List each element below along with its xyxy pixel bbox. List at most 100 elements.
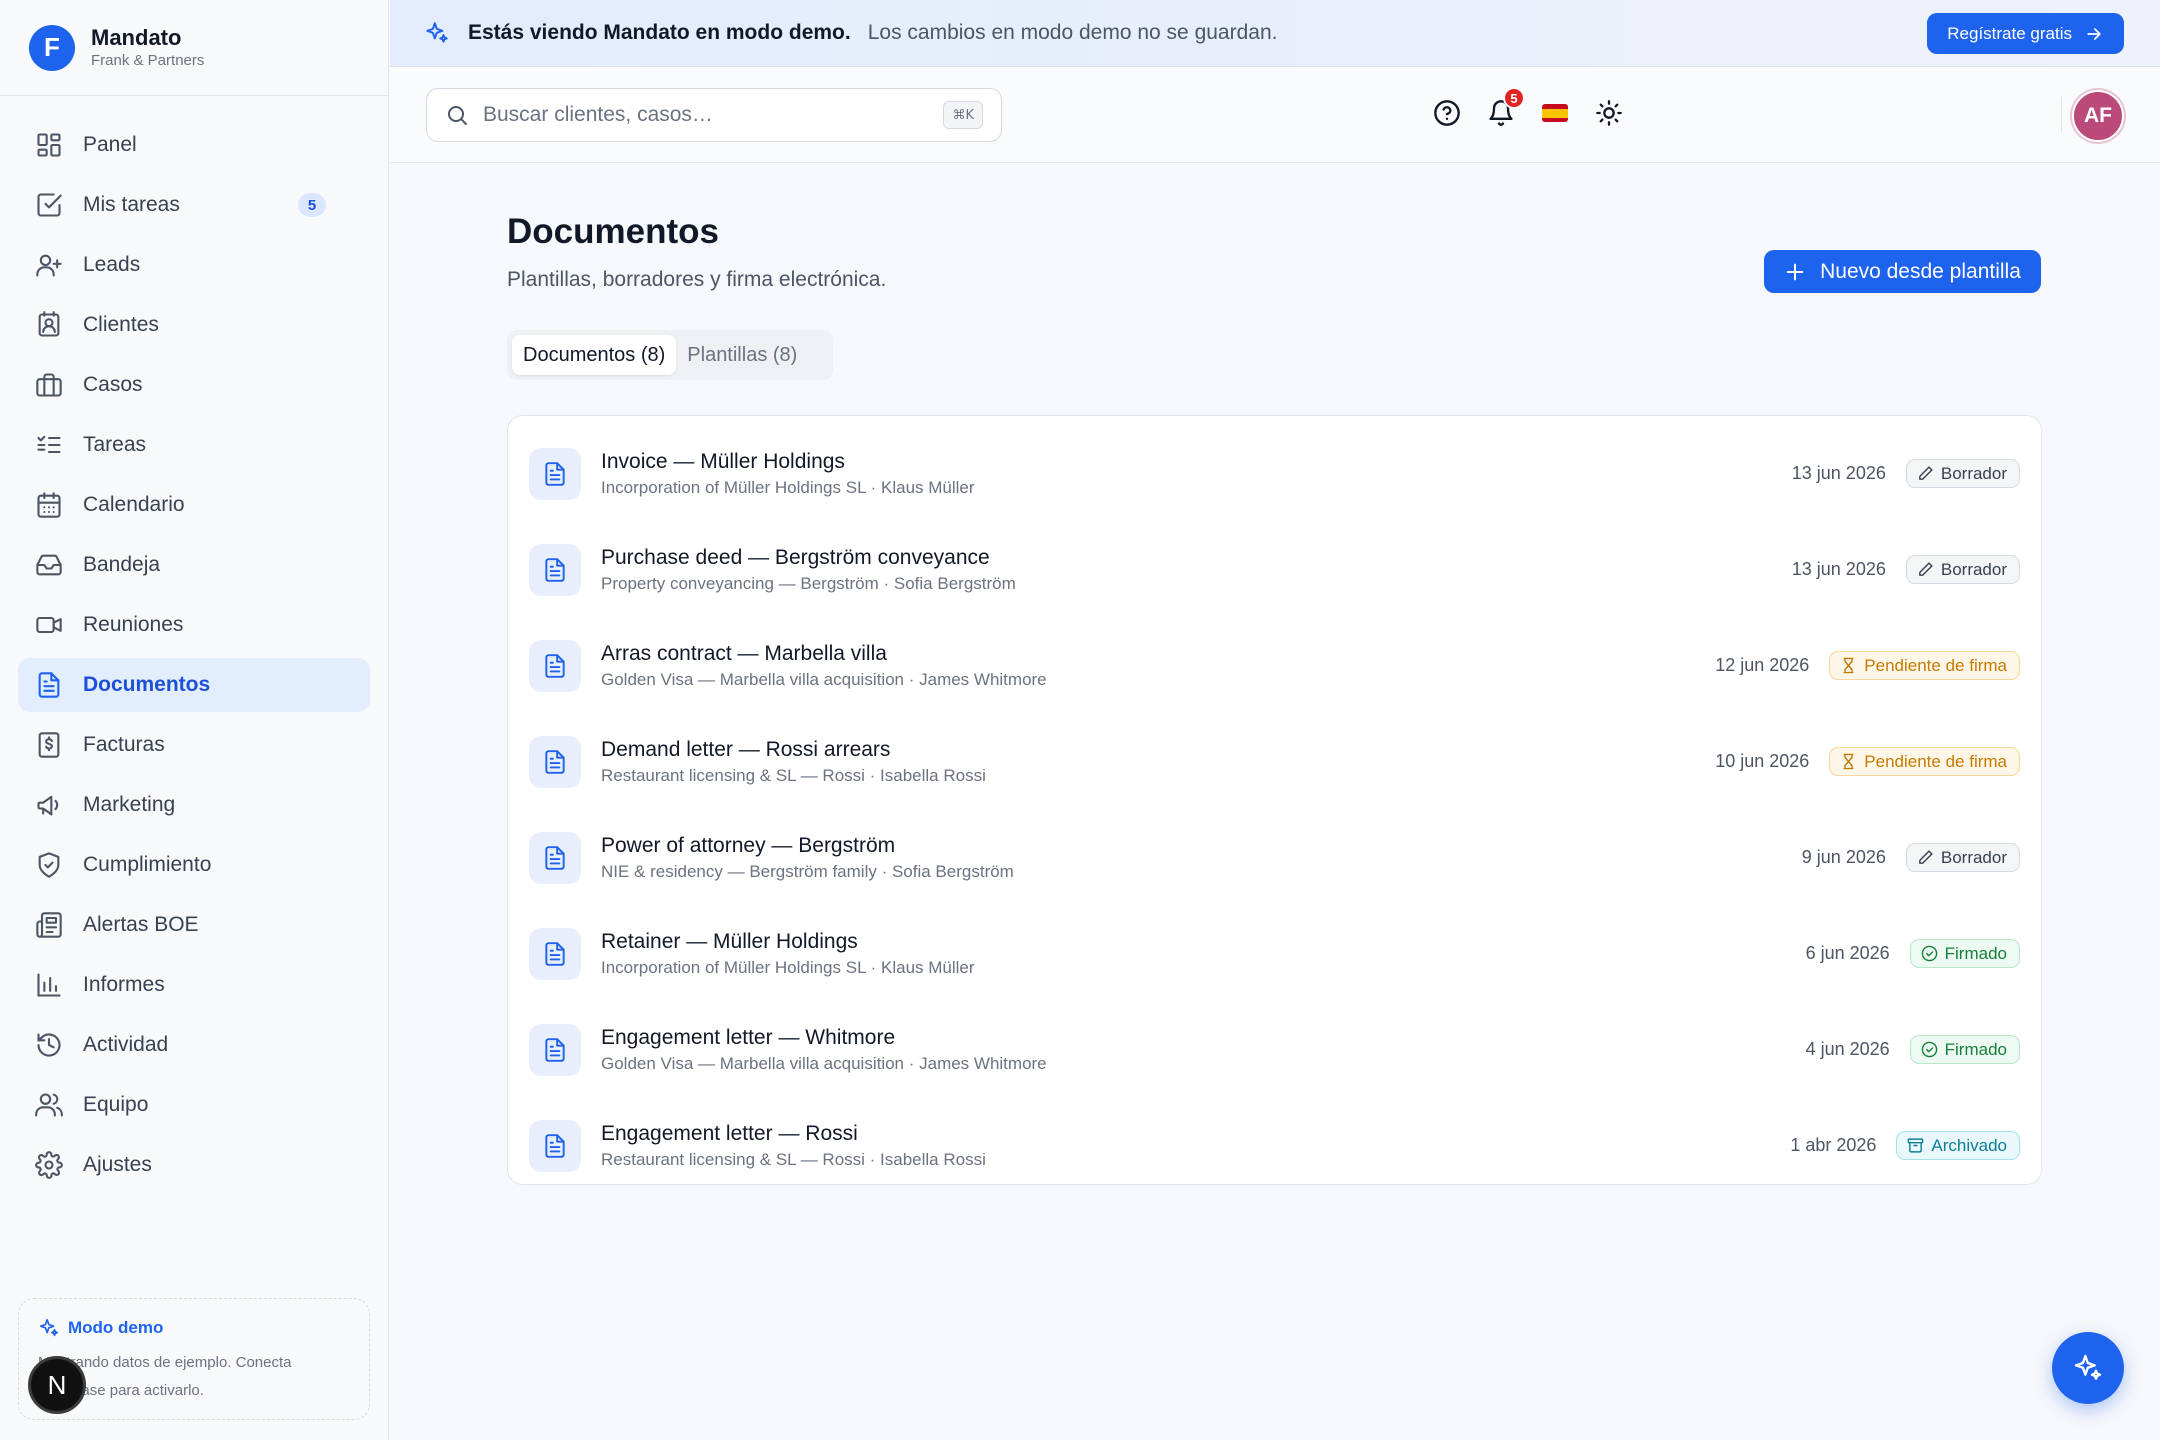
brand[interactable]: F Mandato Frank & Partners — [0, 0, 388, 96]
brand-subtitle: Frank & Partners — [91, 52, 205, 69]
document-title: Purchase deed — Bergström conveyance — [601, 546, 990, 569]
megaphone-icon — [37, 795, 59, 816]
sidebar-item-tareas[interactable]: Tareas — [18, 418, 370, 472]
status-badge: Borrador — [1905, 459, 2020, 488]
sidebar-item-label: Casos — [83, 373, 143, 396]
sidebar-item-marketing[interactable]: Marketing — [18, 778, 370, 832]
register-button-label: Regístrate gratis — [1947, 23, 2072, 43]
sparkles-icon — [2074, 1354, 2102, 1380]
receipt-icon — [38, 732, 60, 758]
tab-documentos[interactable]: Documentos (8) — [512, 335, 677, 375]
sidebar-item-panel[interactable]: Panel — [18, 118, 370, 172]
archive-icon — [1908, 1138, 1924, 1153]
status-badge: Borrador — [1905, 555, 2020, 584]
document-row[interactable]: Arras contract — Marbella villa Golden Vi… — [508, 618, 2041, 714]
sidebar-item-clientes[interactable]: Clientes — [18, 298, 370, 352]
list-checks-icon — [37, 435, 61, 454]
hourglass-icon — [1843, 657, 1854, 674]
document-icon-wrap — [529, 832, 581, 884]
document-icon-wrap — [529, 928, 581, 980]
document-row[interactable]: Engagement letter — Whitmore Golden Visa … — [508, 1002, 2041, 1098]
notifications-button[interactable]: 5 — [1483, 87, 1525, 131]
document-icon-wrap — [529, 1024, 581, 1076]
inbox-icon — [36, 554, 62, 576]
document-row[interactable]: Power of attorney — Bergström NIE & resid… — [508, 810, 2041, 906]
status-label: Borrador — [1940, 463, 2007, 483]
new-from-template-label: Nuevo desde plantilla — [1820, 259, 2021, 283]
square-check-icon — [37, 193, 62, 217]
file-text-icon — [545, 462, 565, 486]
dev-indicator-badge[interactable]: N — [28, 1356, 86, 1414]
sparkles-icon — [39, 1318, 59, 1337]
video-icon — [36, 616, 62, 634]
sidebar-item-label: Facturas — [83, 733, 165, 756]
document-row[interactable]: Retainer — Müller Holdings Incorporation … — [508, 906, 2041, 1002]
document-meta: Property conveyancing — Bergström · Sofi… — [601, 574, 1016, 593]
newspaper-icon — [36, 912, 62, 938]
document-row[interactable]: Purchase deed — Bergström conveyance Prop… — [508, 522, 2041, 618]
sidebar-item-label: Calendario — [83, 493, 185, 516]
sidebar-item-informes[interactable]: Informes — [18, 958, 370, 1012]
document-title: Power of attorney — Bergström — [601, 834, 896, 857]
new-from-template-button[interactable]: Nuevo desde plantilla — [1764, 250, 2041, 293]
search-box[interactable]: ⌘K — [426, 88, 1002, 142]
sidebar-item-cumplimiento[interactable]: Cumplimiento — [18, 838, 370, 892]
sidebar-item-actividad[interactable]: Actividad — [18, 1018, 370, 1072]
document-title: Invoice — Müller Holdings — [601, 450, 845, 473]
document-date: 6 jun 2026 — [1805, 943, 1890, 963]
history-icon — [37, 1033, 61, 1057]
check-circle-icon — [1921, 945, 1937, 962]
document-date: 13 jun 2026 — [1791, 463, 1886, 483]
sidebar-item-mis-tareas[interactable]: Mis tareas 5 — [18, 178, 370, 232]
tab-plantillas[interactable]: Plantillas (8) — [676, 335, 808, 375]
sidebar-item-bandeja[interactable]: Bandeja — [18, 538, 370, 592]
sidebar-item-alertas-boe[interactable]: Alertas BOE — [18, 898, 370, 952]
sidebar-item-label: Ajustes — [83, 1153, 152, 1176]
document-icon-wrap — [529, 736, 581, 788]
sidebar-item-label: Documentos — [83, 673, 211, 696]
banner-heading: Estás viendo Mandato en modo demo. — [468, 21, 851, 44]
document-icon-wrap — [529, 640, 581, 692]
document-list: Invoice — Müller Holdings Incorporation o… — [507, 415, 2042, 1185]
register-button[interactable]: Regístrate gratis — [1927, 13, 2124, 54]
sidebar-item-facturas[interactable]: Facturas — [18, 718, 370, 772]
file-text-icon — [545, 558, 565, 582]
document-date: 13 jun 2026 — [1791, 559, 1886, 579]
search-input[interactable] — [483, 103, 903, 127]
sidebar-item-reuniones[interactable]: Reuniones — [18, 598, 370, 652]
language-selector[interactable] — [1537, 95, 1573, 131]
help-button[interactable] — [1429, 95, 1465, 131]
document-title: Demand letter — Rossi arrears — [601, 738, 891, 761]
check-circle-icon — [1921, 1041, 1937, 1058]
file-text-icon — [545, 1038, 565, 1062]
document-meta: NIE & residency — Bergström family · Sof… — [601, 862, 1014, 881]
file-text-icon — [545, 1134, 565, 1158]
help-circle-icon — [1434, 100, 1460, 126]
document-date: 9 jun 2026 — [1801, 847, 1886, 867]
sidebar-item-leads[interactable]: Leads — [18, 238, 370, 292]
user-avatar[interactable]: AF — [2072, 90, 2124, 142]
file-text-icon — [545, 846, 565, 870]
topbar: ⌘K 5 AF — [390, 67, 2160, 163]
document-row[interactable]: Engagement letter — Rossi Restaurant lice… — [508, 1098, 2041, 1194]
sidebar-item-calendario[interactable]: Calendario — [18, 478, 370, 532]
brand-name: Mandato — [91, 25, 182, 50]
status-badge: Archivado — [1896, 1131, 2020, 1160]
arrow-right-icon — [2087, 27, 2101, 40]
sidebar-item-casos[interactable]: Casos — [18, 358, 370, 412]
sidebar-item-ajustes[interactable]: Ajustes — [18, 1138, 370, 1192]
sidebar-item-equipo[interactable]: Equipo — [18, 1078, 370, 1132]
theme-toggle[interactable] — [1591, 95, 1627, 131]
document-icon-wrap — [529, 448, 581, 500]
gear-icon — [35, 1151, 63, 1179]
briefcase-icon — [36, 373, 62, 397]
document-row[interactable]: Invoice — Müller Holdings Incorporation o… — [508, 426, 2041, 522]
calendar-icon — [37, 492, 61, 518]
document-row[interactable]: Demand letter — Rossi arrears Restaurant … — [508, 714, 2041, 810]
page-title: Documentos — [507, 212, 719, 251]
sidebar: F Mandato Frank & Partners Panel Mis tar… — [0, 0, 389, 1440]
status-badge: Firmado — [1909, 939, 2020, 968]
sparkles-icon — [426, 22, 448, 43]
sidebar-item-documentos[interactable]: Documentos — [18, 658, 370, 712]
ai-assistant-button[interactable] — [2052, 1332, 2124, 1404]
